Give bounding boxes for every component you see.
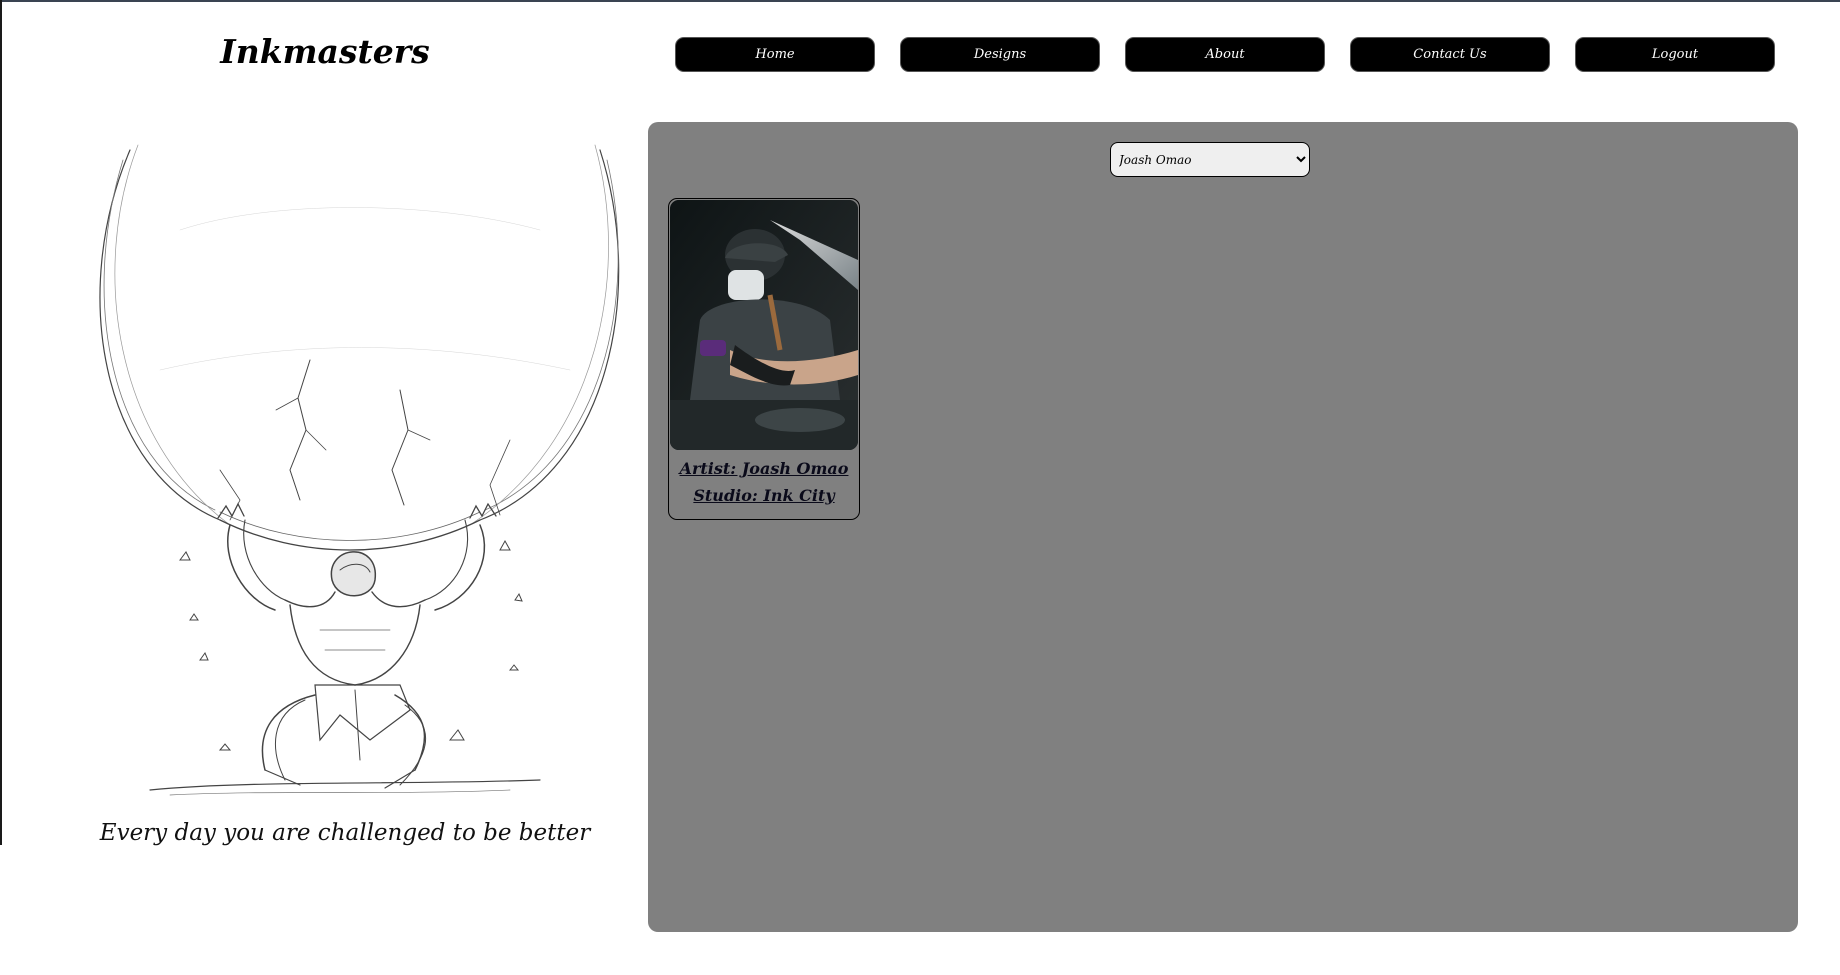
atlas-sketch-image <box>99 144 620 796</box>
window-left-border <box>0 0 2 845</box>
artist-gallery-panel: Joash Omao Artist: Joash Omao Studio: In… <box>648 122 1798 932</box>
site-logo: Inkmasters <box>220 32 430 71</box>
nav-home-button[interactable]: Home <box>675 37 875 72</box>
nav-about-button[interactable]: About <box>1125 37 1325 72</box>
artist-photo[interactable] <box>670 200 858 450</box>
main-nav: Home Designs About Contact Us Logout <box>675 37 1775 72</box>
artist-select[interactable]: Joash Omao <box>1110 142 1310 177</box>
hero-tagline: Every day you are challenged to be bette… <box>99 820 591 846</box>
artist-name-link[interactable]: Artist: Joash Omao <box>669 459 859 478</box>
window-top-border <box>0 0 1840 2</box>
hero-illustration <box>70 140 630 800</box>
nav-contact-button[interactable]: Contact Us <box>1350 37 1550 72</box>
studio-name-link[interactable]: Studio: Ink City <box>669 486 859 505</box>
artist-card: Artist: Joash Omao Studio: Ink City <box>668 198 860 520</box>
tattoo-artist-photo <box>670 200 858 450</box>
nav-designs-button[interactable]: Designs <box>900 37 1100 72</box>
nav-logout-button[interactable]: Logout <box>1575 37 1775 72</box>
